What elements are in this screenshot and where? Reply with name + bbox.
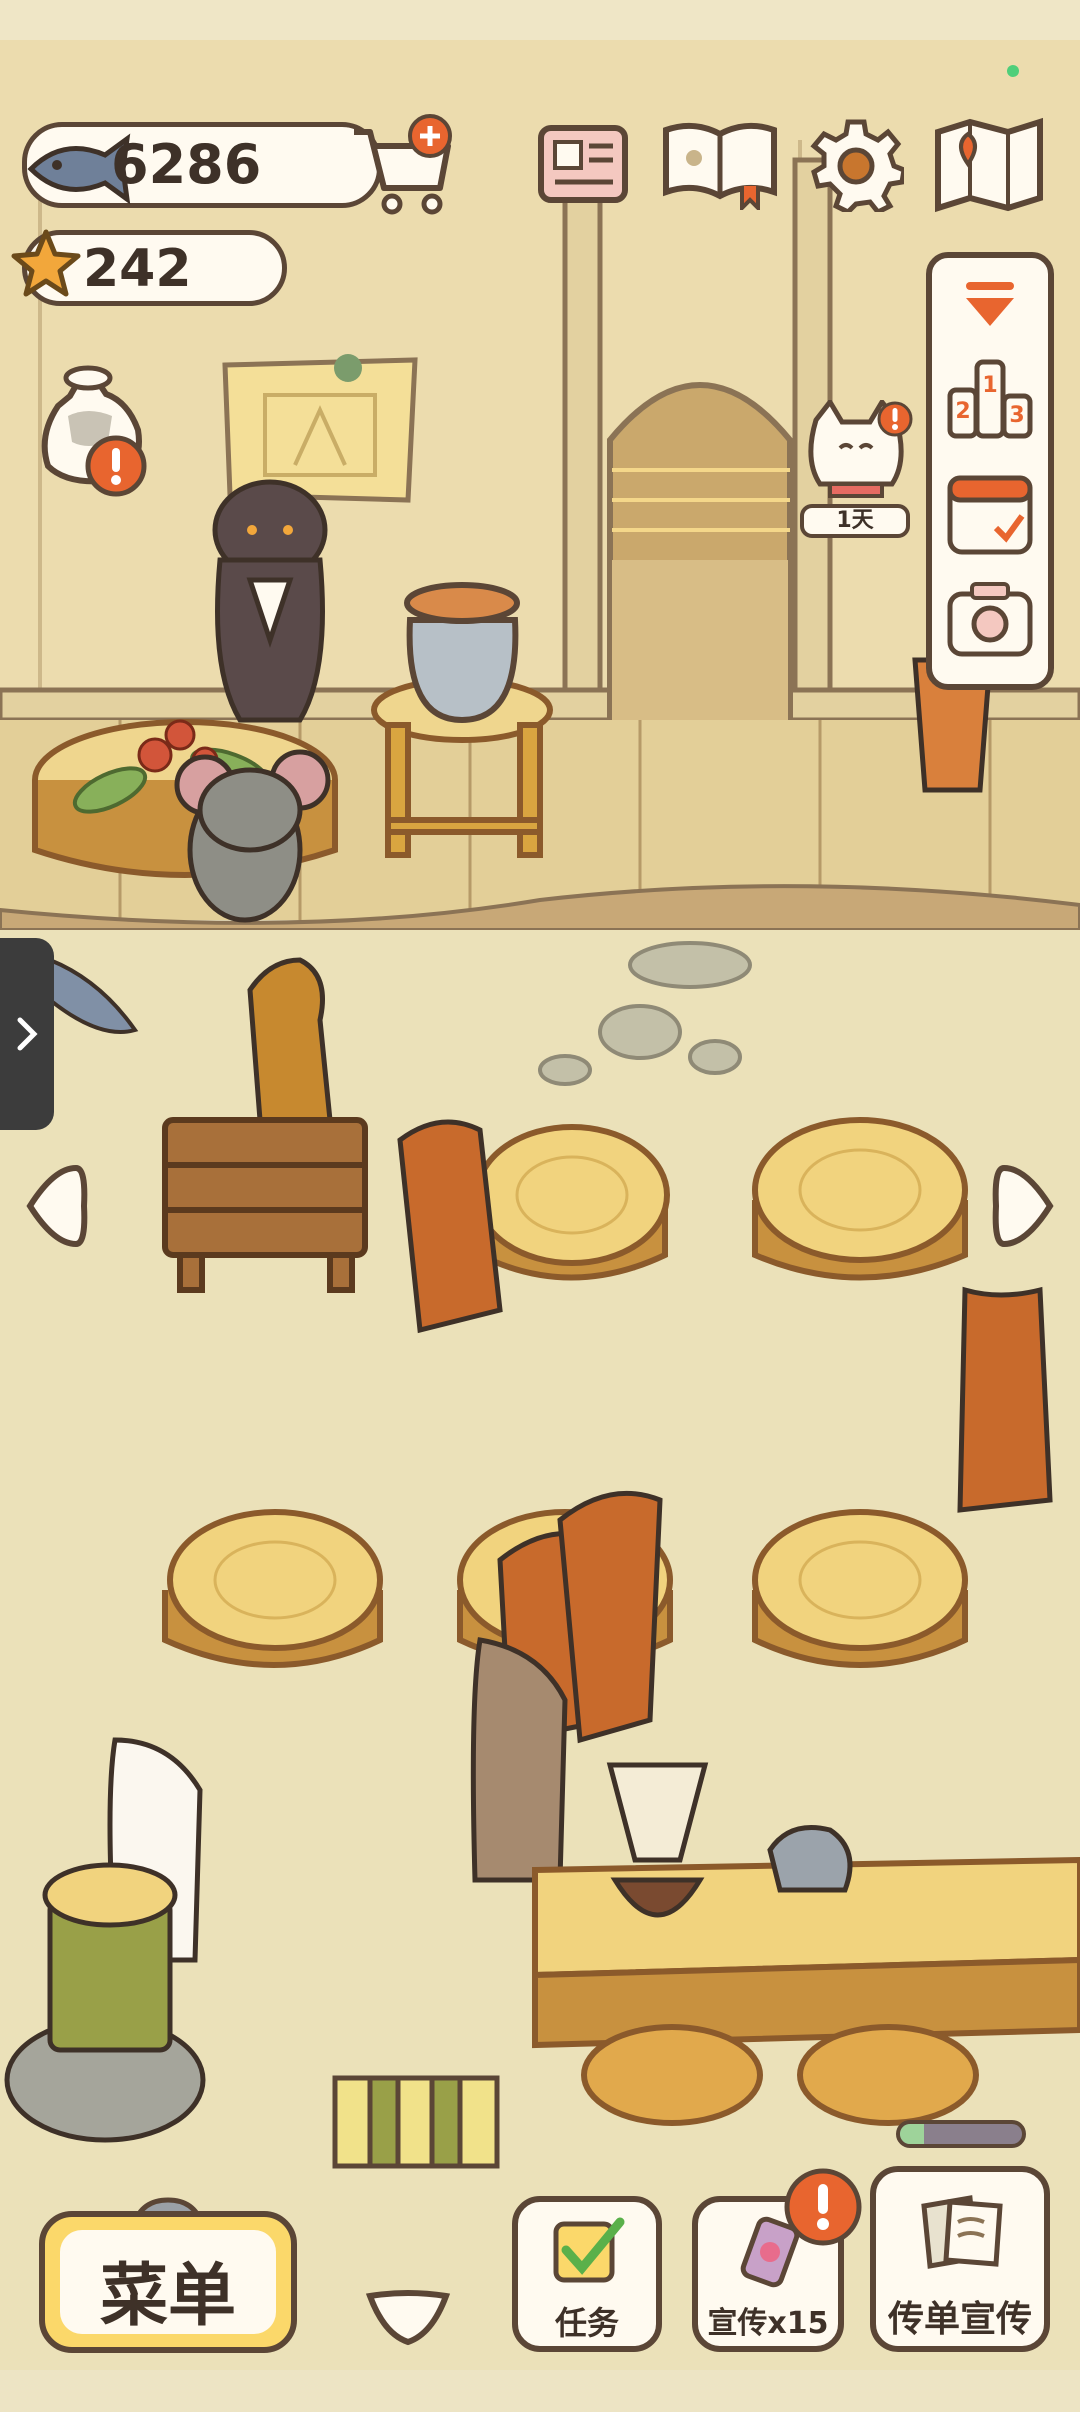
star-icon [8,226,84,306]
paw-book-button[interactable] [660,116,780,213]
newspaper-button[interactable] [535,120,631,208]
ranking-button[interactable]: 12 3 [944,356,1036,442]
side-panel: 12 3 [926,252,1054,690]
task-button[interactable]: 任务 [512,2196,662,2352]
svg-text:1: 1 [982,373,997,398]
flyer-icon [914,2192,1010,2276]
shop-button[interactable] [348,112,458,216]
next-scene-button[interactable] [992,1160,1060,1252]
flyer-button[interactable]: 传单宣传 [870,2166,1050,2352]
promo-button-label: 宣传x15 [707,2306,829,2341]
exclamation-icon [84,434,148,502]
flyer-button-label: 传单宣传 [887,2299,1032,2340]
map-button[interactable] [932,114,1046,214]
menu-button[interactable]: 菜单 [38,2188,298,2354]
calendar-button[interactable] [944,466,1036,558]
chevron-right-icon [14,1014,40,1058]
exclamation-icon [782,2166,864,2252]
task-button-label: 任务 [554,2304,619,2342]
chevron-down-icon [962,282,1018,334]
camera-icon [944,582,1036,666]
fish-counter: 6286 [22,122,382,208]
exclamation-icon [876,400,914,442]
side-drawer-toggle[interactable] [0,938,54,1130]
status-dot [1007,65,1019,77]
checkbox-task-icon [550,2214,628,2290]
collapse-bottom-button[interactable] [362,2286,454,2348]
progress-bar [896,2120,1026,2148]
calendar-check-icon [944,475,1036,562]
collapse-panel-button[interactable] [962,280,1018,330]
gear-icon [808,119,907,216]
prev-scene-button[interactable] [20,1160,88,1252]
svg-text:2: 2 [955,399,970,424]
arrow-right-icon [992,1164,1060,1256]
cat-bag-button[interactable] [28,346,148,497]
camera-button[interactable] [944,576,1036,662]
timer-badge-text: 1天 [836,508,874,533]
game-scene [0,0,1080,2412]
map-pin-icon [932,117,1046,218]
progress-fill [900,2124,925,2144]
chevron-down-icon [362,2290,454,2352]
fish-count: 6286 [111,133,262,196]
star-count: 242 [83,239,192,299]
lucky-cat-timer[interactable]: 1天 [796,397,916,540]
menu-button-label: 菜单 [99,2257,236,2336]
podium-ranking-icon: 12 3 [944,359,1036,446]
settings-button[interactable] [808,116,907,216]
paw-book-icon [660,122,780,214]
svg-text:3: 3 [1009,403,1024,428]
arrow-left-icon [20,1164,88,1256]
newspaper-icon [535,125,631,212]
timer-badge: 1天 [800,504,910,538]
shopping-cart-plus-icon [348,114,458,220]
